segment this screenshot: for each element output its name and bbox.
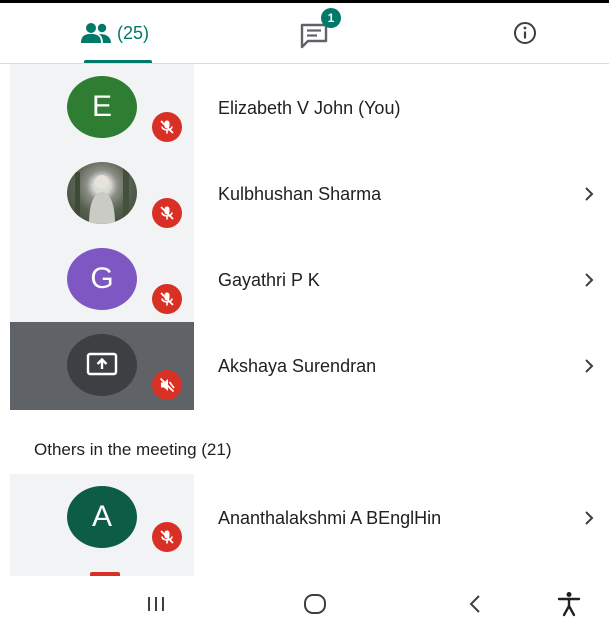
participant-name: Elizabeth V John (You) — [218, 97, 401, 118]
participant-name: Gayathri P K — [218, 269, 320, 290]
participant-tile — [10, 322, 194, 410]
avatar-presenting — [67, 334, 137, 396]
participant-name: Akshaya Surendran — [218, 355, 377, 376]
back-button[interactable] — [445, 576, 505, 631]
participant-tile: G — [10, 236, 194, 324]
avatar-photo — [67, 162, 137, 224]
mic-off-icon — [152, 112, 182, 142]
active-tab-indicator — [84, 60, 152, 63]
tab-bar: (25) 1 — [0, 3, 609, 64]
avatar: A — [67, 486, 137, 548]
participant-row[interactable]: G Gayathri P K — [10, 236, 609, 324]
participant-tile: E — [10, 64, 194, 152]
volume-off-icon — [152, 370, 182, 400]
participant-tile — [10, 150, 194, 238]
tab-people[interactable]: (25) — [40, 3, 190, 63]
chevron-right-icon[interactable] — [582, 322, 596, 410]
participant-name: Kulbhushan Sharma — [218, 183, 382, 204]
mic-off-icon — [152, 284, 182, 314]
people-count: (25) — [116, 22, 149, 43]
people-icon — [80, 23, 111, 43]
system-nav-bar — [0, 576, 609, 631]
chat-unread-badge: 1 — [321, 8, 341, 28]
chevron-right-icon[interactable] — [582, 474, 596, 562]
participant-row[interactable]: A Ananthalakshmi A BEnglHin — [10, 474, 609, 562]
mic-off-icon — [152, 198, 182, 228]
present-screen-icon — [86, 352, 118, 376]
participant-tile: A — [10, 474, 194, 562]
recent-apps-button[interactable] — [126, 576, 186, 631]
participant-name: Ananthalakshmi A BEnglHin — [218, 507, 442, 528]
chevron-right-icon[interactable] — [582, 150, 596, 238]
info-icon — [514, 22, 536, 44]
home-button[interactable] — [285, 576, 345, 631]
back-icon — [469, 594, 480, 613]
mic-off-icon — [152, 522, 182, 552]
home-icon — [304, 593, 326, 614]
accessibility-icon — [557, 591, 581, 616]
participant-row[interactable]: E Elizabeth V John (You) — [10, 64, 609, 152]
avatar: G — [67, 248, 137, 310]
recent-apps-icon — [148, 596, 164, 611]
others-section-title: Others in the meeting (21) — [34, 440, 232, 459]
tab-info[interactable] — [480, 3, 570, 63]
chevron-right-icon[interactable] — [582, 236, 596, 324]
avatar: E — [67, 76, 137, 138]
participant-tile-partial — [10, 562, 194, 576]
tab-chat[interactable]: 1 — [270, 3, 360, 63]
accessibility-button[interactable] — [539, 576, 599, 631]
participant-row[interactable]: Kulbhushan Sharma — [10, 150, 609, 238]
participant-row-presenting[interactable]: Akshaya Surendran — [10, 322, 609, 410]
